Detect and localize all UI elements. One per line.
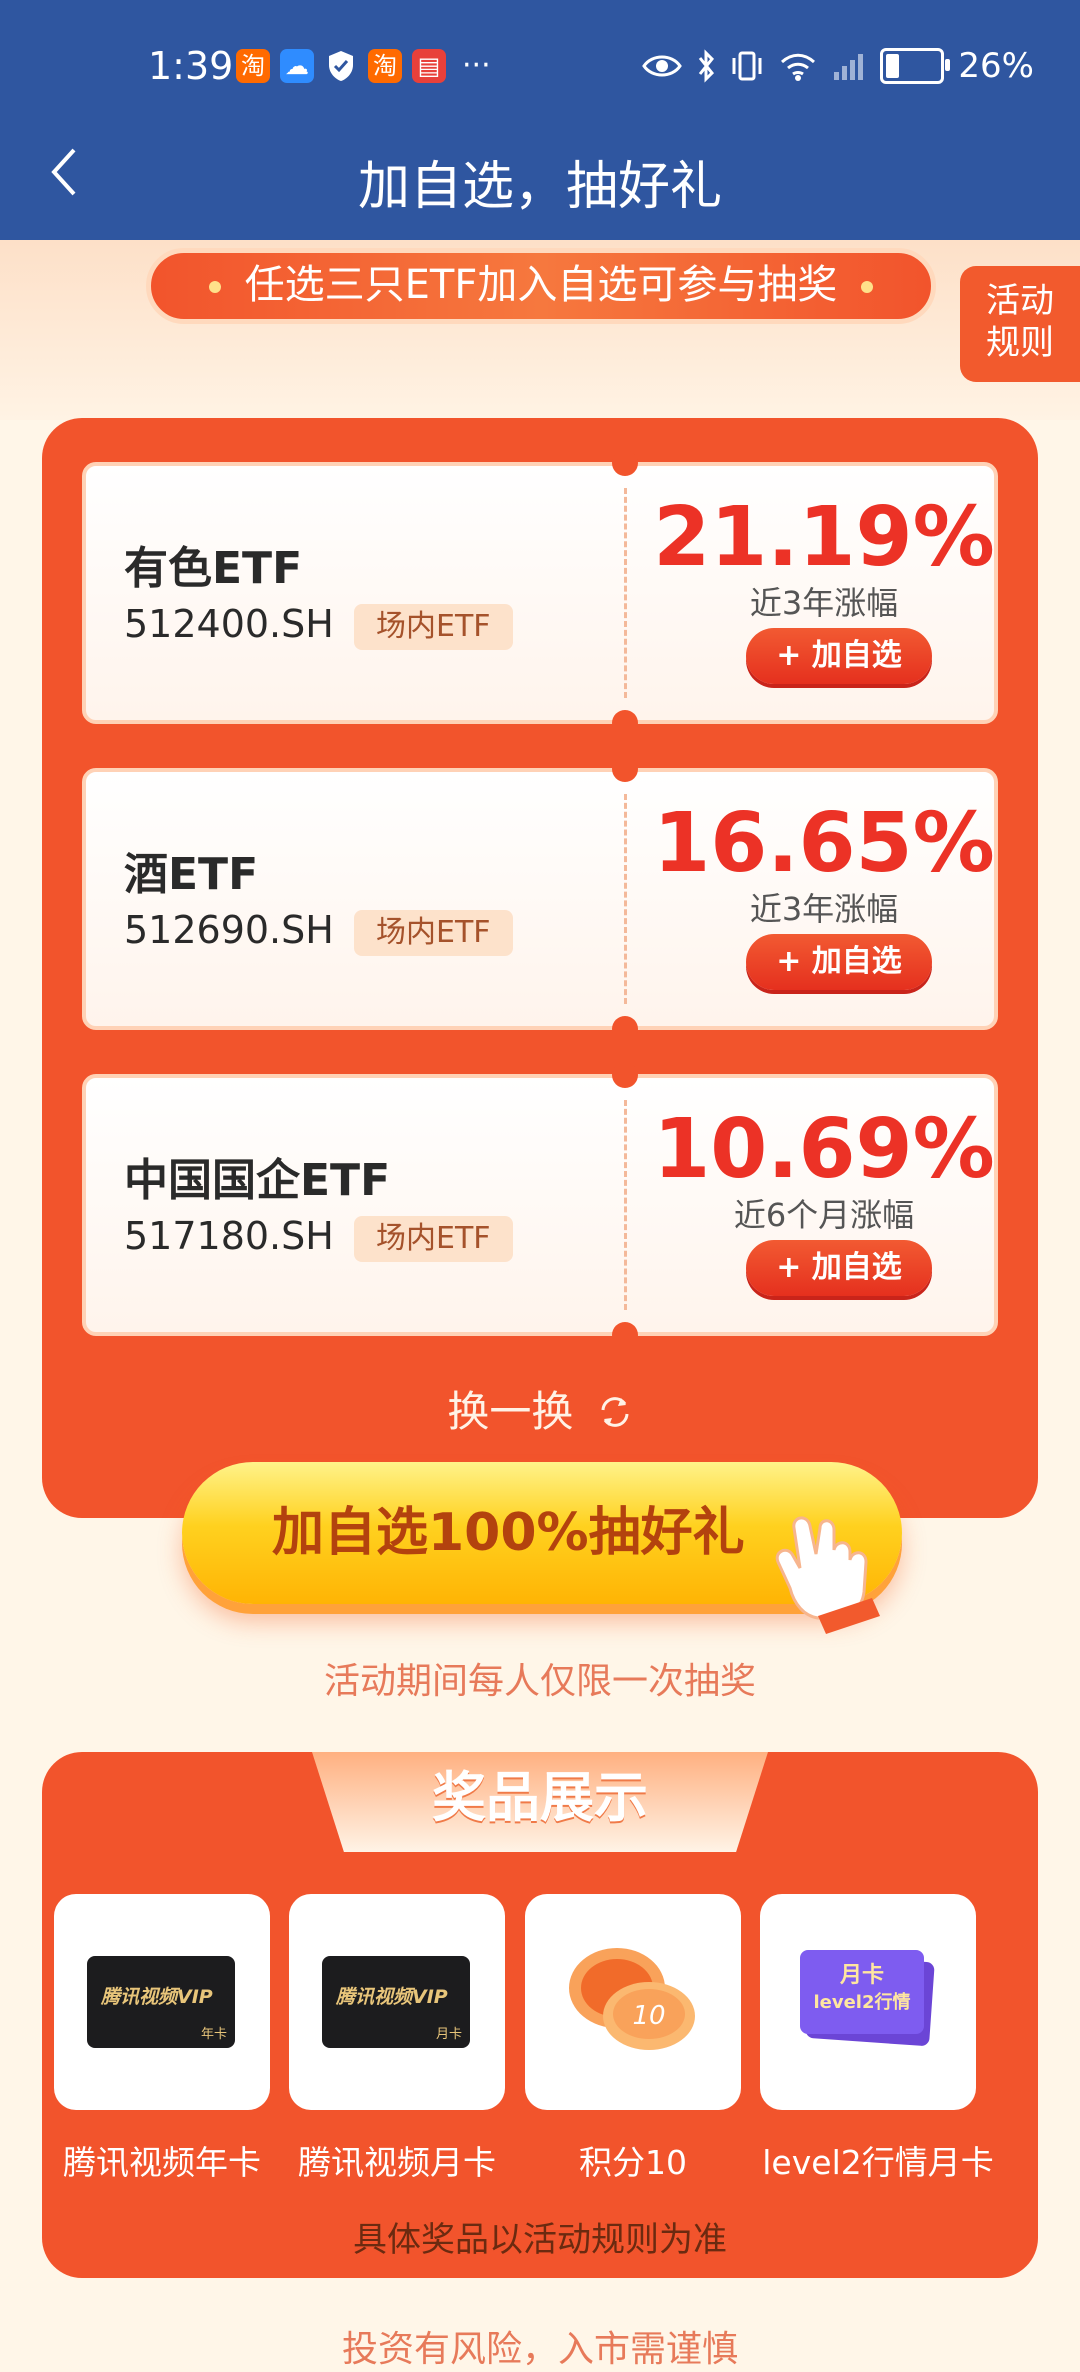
prize-label: level2行情月卡 bbox=[762, 2143, 994, 2182]
card-divider bbox=[624, 1100, 627, 1310]
etf-tag: 场内ETF bbox=[354, 910, 513, 956]
etf-name: 有色ETF bbox=[124, 543, 303, 594]
prizes-title: 奖品展示 bbox=[312, 1752, 768, 1852]
etf-return: 16.65% bbox=[653, 796, 995, 891]
coin-value: 10 bbox=[632, 2001, 665, 2031]
card-notch bbox=[612, 1062, 638, 1088]
taobao-icon: 淘 bbox=[236, 48, 270, 83]
promo-banner: 任选三只ETF加入自选可参与抽奖 bbox=[146, 248, 936, 324]
card-notch bbox=[612, 710, 638, 736]
prizes-panel: 奖品展示 腾讯视频VIP 年卡 腾讯视频年卡 腾讯视频VIP 月卡 腾讯视频月卡… bbox=[42, 1752, 1038, 2278]
etf-return: 10.69% bbox=[653, 1102, 995, 1197]
etf-code: 512400.SH bbox=[124, 602, 334, 646]
add-watchlist-button[interactable]: + 加自选 bbox=[746, 628, 932, 684]
card-divider bbox=[624, 794, 627, 1004]
vip-card-sub: 月卡 bbox=[435, 2027, 462, 2042]
etf-code: 512690.SH bbox=[124, 908, 334, 952]
taobao-icon: 淘 bbox=[368, 48, 402, 83]
prizes-note: 具体奖品以活动规则为准 bbox=[353, 2220, 727, 2260]
card-notch bbox=[612, 756, 638, 782]
etf-name: 中国国企ETF bbox=[124, 1155, 391, 1206]
limit-note: 活动期间每人仅限一次抽奖 bbox=[323, 1661, 756, 1702]
prize-card[interactable]: 月卡 level2行情 bbox=[760, 1894, 976, 2110]
vip-card-text: 腾讯视频VIP bbox=[336, 1986, 448, 2008]
etf-code: 517180.SH bbox=[124, 1214, 334, 1258]
wifi-icon bbox=[781, 53, 816, 81]
cloud-icon: ☁ bbox=[280, 48, 314, 83]
nav-bar: 加自选，抽好礼 bbox=[0, 130, 1080, 220]
battery-percent: 26% bbox=[958, 46, 1034, 86]
more-notifications: ··· bbox=[462, 48, 491, 83]
signal-icon bbox=[834, 54, 864, 80]
card-line1: 月卡 bbox=[839, 1963, 884, 1988]
etf-name: 酒ETF bbox=[124, 849, 259, 900]
page-title: 加自选，抽好礼 bbox=[357, 157, 722, 217]
etf-period: 近3年涨幅 bbox=[749, 890, 899, 928]
activity-rules-button[interactable]: 活动规则 bbox=[960, 266, 1080, 382]
battery-icon bbox=[880, 48, 951, 84]
etf-card: 有色ETF 512400.SH 场内ETF 21.19% 近3年涨幅 + 加自选 bbox=[82, 450, 998, 736]
prize-card[interactable]: 腾讯视频VIP 月卡 bbox=[289, 1894, 505, 2110]
swap-label: 换一换 bbox=[447, 1387, 574, 1436]
notification-icons: 淘 ☁ 淘 ▤ ··· bbox=[236, 48, 491, 83]
tencent-vip-card-image: 腾讯视频VIP 月卡 bbox=[322, 1956, 470, 2048]
etf-card: 中国国企ETF 517180.SH 场内ETF 10.69% 近6个月涨幅 + … bbox=[82, 1062, 998, 1348]
etf-period: 近6个月涨幅 bbox=[733, 1196, 915, 1234]
etf-tag: 场内ETF bbox=[354, 1216, 513, 1262]
card-notch bbox=[612, 1322, 638, 1348]
status-time: 1:39 bbox=[148, 44, 234, 88]
status-bar: 1:39 淘 ☁ 淘 ▤ ··· 26% bbox=[0, 40, 1080, 96]
vip-card-text: 腾讯视频VIP bbox=[101, 1986, 213, 2008]
prize-label: 腾讯视频月卡 bbox=[298, 2143, 496, 2182]
etf-tag: 场内ETF bbox=[354, 604, 513, 650]
activity-rules-label: 活动规则 bbox=[986, 281, 1054, 363]
prize-card[interactable]: 腾讯视频VIP 年卡 bbox=[54, 1894, 270, 2110]
etf-card: 酒ETF 512690.SH 场内ETF 16.65% 近3年涨幅 + 加自选 bbox=[82, 756, 998, 1042]
prize-card[interactable]: 10 bbox=[525, 1894, 741, 2110]
card-divider bbox=[624, 488, 627, 698]
etf-period: 近3年涨幅 bbox=[749, 584, 899, 622]
vip-card-sub: 年卡 bbox=[200, 2027, 227, 2042]
card-line2: level2行情 bbox=[813, 1991, 910, 2013]
bluetooth-icon bbox=[699, 49, 715, 83]
book-icon: ▤ bbox=[412, 48, 446, 83]
level2-card-image: 月卡 level2行情 bbox=[800, 1950, 935, 2046]
shield-icon bbox=[324, 49, 358, 83]
refresh-icon bbox=[601, 1397, 629, 1427]
add-watchlist-button[interactable]: + 加自选 bbox=[746, 934, 932, 990]
promo-banner-text: 任选三只ETF加入自选可参与抽奖 bbox=[244, 262, 838, 308]
tencent-vip-card-image: 腾讯视频VIP 年卡 bbox=[87, 1956, 235, 2048]
prizes-title-text: 奖品展示 bbox=[432, 1766, 648, 1829]
dot-decoration bbox=[861, 281, 874, 293]
etf-panel: 有色ETF 512400.SH 场内ETF 21.19% 近3年涨幅 + 加自选… bbox=[42, 418, 1038, 1518]
swap-button[interactable]: 换一换 bbox=[42, 1378, 1038, 1439]
add-watchlist-button[interactable]: + 加自选 bbox=[746, 1240, 932, 1296]
prize-label: 腾讯视频年卡 bbox=[63, 2143, 261, 2182]
dot-decoration bbox=[208, 281, 221, 293]
points-coin-icon: 10 bbox=[569, 1948, 695, 2050]
card-notch bbox=[612, 1016, 638, 1042]
prize-label: 积分10 bbox=[579, 2143, 687, 2182]
etf-return: 21.19% bbox=[653, 490, 995, 585]
status-right: 26% bbox=[642, 46, 1034, 86]
vibrate-icon bbox=[732, 51, 762, 81]
eye-icon bbox=[642, 55, 683, 77]
pointing-hand-icon bbox=[775, 1516, 880, 1634]
risk-disclaimer: 投资有风险，入市需谨慎 bbox=[341, 2329, 738, 2370]
card-notch bbox=[612, 450, 638, 476]
